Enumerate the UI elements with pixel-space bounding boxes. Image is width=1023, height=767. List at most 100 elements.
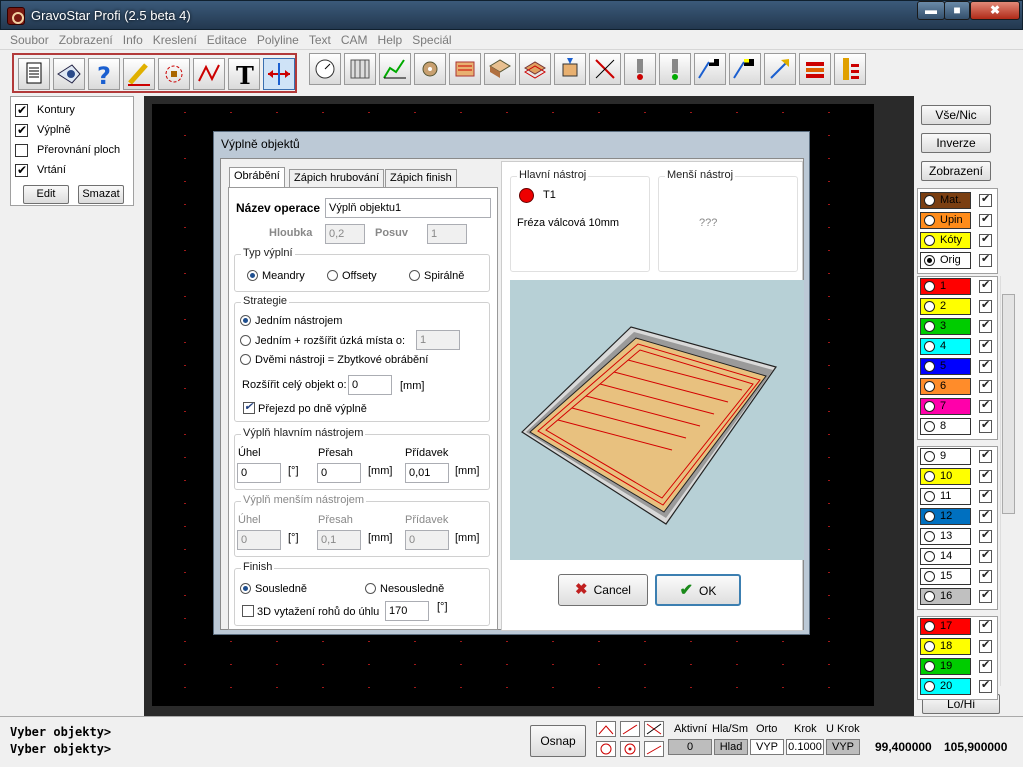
layer-radio[interactable]	[924, 195, 935, 206]
layer-item[interactable]: 12	[920, 508, 971, 525]
layer-radio[interactable]	[924, 591, 935, 602]
filter-vrtani[interactable]: Vrtání	[15, 162, 66, 180]
layer-visible-checkbox[interactable]	[979, 588, 992, 603]
layer-item[interactable]: 2	[920, 298, 971, 315]
layer-radio[interactable]	[924, 451, 935, 462]
menu-editace[interactable]: Editace	[202, 30, 252, 47]
bottom-pass-checkbox[interactable]: Přejezd po dně výplně	[243, 400, 367, 415]
snap-tangent-icon[interactable]	[596, 741, 616, 757]
radio-two-tools[interactable]: Dvěmi nástroji = Zbytkové obrábění	[240, 354, 428, 366]
gauge-icon[interactable]	[309, 53, 341, 85]
layer-item[interactable]: 14	[920, 548, 971, 565]
ukrok-value[interactable]: VYP	[826, 739, 860, 755]
layer-visible-checkbox[interactable]	[979, 508, 992, 523]
tab-obrabeni[interactable]: Obrábění	[229, 167, 285, 188]
layer-radio[interactable]	[924, 551, 935, 562]
main-allowance-input[interactable]: 0,01	[405, 463, 449, 483]
radio-spiralne[interactable]: Spirálně	[409, 270, 464, 282]
ok-button[interactable]: ✔ OK	[655, 574, 741, 606]
layer-radio[interactable]	[924, 511, 935, 522]
layer-radio[interactable]	[924, 281, 935, 292]
delete-button[interactable]: Smazat	[78, 185, 124, 204]
layer-radio[interactable]	[924, 571, 935, 582]
layer-radio[interactable]	[924, 661, 935, 672]
layer-visible-checkbox[interactable]	[979, 638, 992, 653]
scrollbar-thumb[interactable]	[1002, 294, 1015, 514]
menu-zobrazeni[interactable]: Zobrazení	[54, 30, 118, 47]
layer-item[interactable]: 18	[920, 638, 971, 655]
radio-meandry[interactable]: Meandry	[247, 270, 305, 282]
extend-narrow-input[interactable]: 1	[416, 330, 460, 350]
krok-value[interactable]: 0.1000	[786, 739, 824, 755]
layer-radio[interactable]	[924, 361, 935, 372]
filter-kontury[interactable]: Kontury	[15, 102, 75, 120]
layer-visible-checkbox[interactable]	[979, 318, 992, 333]
checkbox-kontury[interactable]	[15, 102, 28, 118]
layer-visible-checkbox[interactable]	[979, 192, 992, 207]
stack-icon[interactable]	[799, 53, 831, 85]
snap-nearest-icon[interactable]	[644, 741, 664, 757]
special-layer[interactable]: Upin	[920, 212, 971, 229]
eye-icon[interactable]	[53, 58, 85, 90]
radio-conventional[interactable]: Nesousledně	[365, 583, 444, 595]
layer-item[interactable]: 13	[920, 528, 971, 545]
cross-icon[interactable]	[589, 53, 621, 85]
depth-input[interactable]: 0,2	[325, 224, 365, 244]
book-icon[interactable]	[484, 53, 516, 85]
layer-radio[interactable]	[924, 255, 935, 266]
snap-center-icon[interactable]	[620, 741, 640, 757]
layer-item[interactable]: 7	[920, 398, 971, 415]
layer-visible-checkbox[interactable]	[979, 358, 992, 373]
radio-climb[interactable]: Sousledně	[240, 583, 307, 595]
layer-item[interactable]: 15	[920, 568, 971, 585]
layer-item[interactable]: 1	[920, 278, 971, 295]
layer-icon[interactable]	[519, 53, 551, 85]
layer-radio[interactable]	[924, 681, 935, 692]
edit-button[interactable]: Edit	[23, 185, 69, 204]
layer-radio[interactable]	[924, 531, 935, 542]
layer-radio[interactable]	[924, 621, 935, 632]
layer-radio[interactable]	[924, 321, 935, 332]
layer-item[interactable]: 3	[920, 318, 971, 335]
layer-radio[interactable]	[924, 215, 935, 226]
flag-icon[interactable]	[694, 53, 726, 85]
checkbox-vyplne[interactable]	[15, 122, 28, 138]
close-button[interactable]: ✖	[970, 1, 1020, 20]
checkbox-prerovnani[interactable]	[15, 143, 28, 157]
corner-angle-input[interactable]: 170	[385, 601, 429, 621]
extend-object-input[interactable]: 0	[348, 375, 392, 395]
filter-vyplne[interactable]: Výplně	[15, 122, 71, 140]
layer-item[interactable]: 10	[920, 468, 971, 485]
layer-item[interactable]: 9	[920, 448, 971, 465]
hatch-icon[interactable]	[344, 53, 376, 85]
flag-yellow-icon[interactable]	[729, 53, 761, 85]
layer-visible-checkbox[interactable]	[979, 548, 992, 563]
corner-3d-checkbox[interactable]: 3D vytažení rohů do úhlu	[242, 605, 379, 618]
layer-item[interactable]: 8	[920, 418, 971, 435]
minimize-button[interactable]: ▬	[917, 1, 945, 20]
layer-item[interactable]: 5	[920, 358, 971, 375]
layer-visible-checkbox[interactable]	[979, 418, 992, 433]
layer-item[interactable]: 4	[920, 338, 971, 355]
polyline-icon[interactable]	[193, 58, 225, 90]
cut-icon[interactable]	[554, 53, 586, 85]
layer-item[interactable]: 19	[920, 658, 971, 675]
smaller-overlap-input[interactable]: 0,1	[317, 530, 361, 550]
gear-icon[interactable]	[414, 53, 446, 85]
layer-item[interactable]: 20	[920, 678, 971, 695]
layer-visible-checkbox[interactable]	[979, 398, 992, 413]
menu-cam[interactable]: CAM	[336, 30, 373, 47]
radio-single-extend[interactable]: Jedním + rozšířit úzká místa o:	[240, 335, 405, 347]
node-edit-icon[interactable]	[158, 58, 190, 90]
feed-input[interactable]: 1	[427, 224, 467, 244]
tool-red-icon[interactable]	[624, 53, 656, 85]
move-icon[interactable]	[263, 58, 295, 90]
menu-soubor[interactable]: Soubor	[0, 30, 54, 47]
layer-visible-checkbox[interactable]	[979, 448, 992, 463]
layer-item[interactable]: 16	[920, 588, 971, 605]
snap-midpoint-icon[interactable]	[620, 721, 640, 737]
layer-radio[interactable]	[924, 381, 935, 392]
layer-radio[interactable]	[924, 401, 935, 412]
engrave-icon[interactable]	[449, 53, 481, 85]
layer-radio[interactable]	[924, 341, 935, 352]
